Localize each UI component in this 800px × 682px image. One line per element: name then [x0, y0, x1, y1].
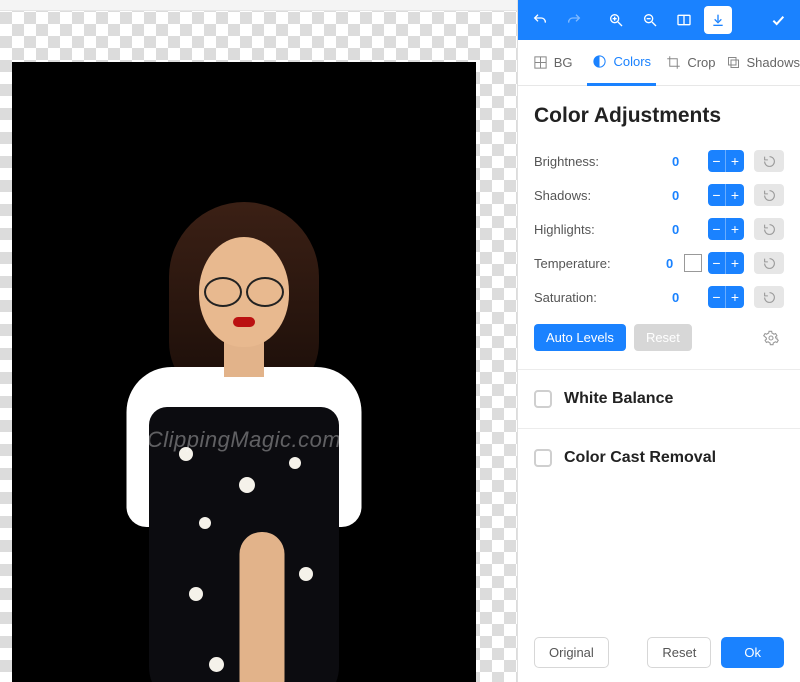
- zoom-out-icon[interactable]: [636, 6, 664, 34]
- reset-small-button[interactable]: Reset: [634, 324, 692, 351]
- panel-body: Color Adjustments Brightness: 0 − + Shad…: [518, 86, 800, 623]
- highlights-reset-button[interactable]: [754, 218, 784, 240]
- brightness-label: Brightness:: [534, 154, 672, 169]
- colors-icon: [592, 54, 607, 69]
- canvas-area[interactable]: ClippingMagic.com: [0, 0, 517, 682]
- bg-icon: [533, 55, 548, 70]
- row-highlights: Highlights: 0 − +: [534, 212, 784, 246]
- shadows-plus-button[interactable]: +: [726, 184, 744, 206]
- panel-title: Color Adjustments: [534, 104, 784, 128]
- row-temperature: Temperature: 0 − +: [534, 246, 784, 280]
- temperature-minus-button[interactable]: −: [708, 252, 726, 274]
- tab-colors[interactable]: Colors: [587, 40, 656, 86]
- fit-screen-icon[interactable]: [670, 6, 698, 34]
- tab-crop-label: Crop: [687, 55, 715, 70]
- reset-icon: [763, 223, 776, 236]
- brightness-value: 0: [672, 154, 708, 169]
- tab-crop[interactable]: Crop: [656, 40, 725, 85]
- confirm-icon[interactable]: [764, 6, 792, 34]
- side-panel: BG Colors Crop Shadows Color Adjustments…: [517, 0, 800, 682]
- reset-icon: [763, 189, 776, 202]
- tab-bg-label: BG: [554, 55, 573, 70]
- image-preview: ClippingMagic.com: [12, 62, 476, 682]
- shadows-icon: [726, 55, 741, 70]
- crop-icon: [666, 55, 681, 70]
- highlights-plus-button[interactable]: +: [726, 218, 744, 240]
- ok-button[interactable]: Ok: [721, 637, 784, 668]
- saturation-reset-button[interactable]: [754, 286, 784, 308]
- tab-bg[interactable]: BG: [518, 40, 587, 85]
- download-icon[interactable]: [704, 6, 732, 34]
- temperature-reset-button[interactable]: [754, 252, 784, 274]
- zoom-in-icon[interactable]: [602, 6, 630, 34]
- brightness-reset-button[interactable]: [754, 150, 784, 172]
- panel-footer: Original Reset Ok: [518, 623, 800, 682]
- settings-gear-button[interactable]: [758, 325, 784, 351]
- brightness-plus-button[interactable]: +: [726, 150, 744, 172]
- color-cast-row[interactable]: Color Cast Removal: [534, 429, 784, 487]
- temperature-value: 0: [666, 256, 684, 271]
- top-toolbar: [518, 0, 800, 40]
- tab-shadows[interactable]: Shadows: [726, 40, 800, 85]
- reset-icon: [763, 291, 776, 304]
- white-balance-checkbox[interactable]: [534, 390, 552, 408]
- saturation-minus-button[interactable]: −: [708, 286, 726, 308]
- reset-icon: [763, 155, 776, 168]
- reset-button[interactable]: Reset: [647, 637, 711, 668]
- shadows-value: 0: [672, 188, 708, 203]
- color-cast-checkbox[interactable]: [534, 449, 552, 467]
- shadows-label: Shadows:: [534, 188, 672, 203]
- temperature-plus-button[interactable]: +: [726, 252, 744, 274]
- saturation-plus-button[interactable]: +: [726, 286, 744, 308]
- original-button[interactable]: Original: [534, 637, 609, 668]
- temperature-label: Temperature:: [534, 256, 666, 271]
- saturation-value: 0: [672, 290, 708, 305]
- redo-icon[interactable]: [560, 6, 588, 34]
- shadows-minus-button[interactable]: −: [708, 184, 726, 206]
- highlights-minus-button[interactable]: −: [708, 218, 726, 240]
- saturation-label: Saturation:: [534, 290, 672, 305]
- watermark-text: ClippingMagic.com: [147, 427, 341, 453]
- row-shadows: Shadows: 0 − +: [534, 178, 784, 212]
- undo-icon[interactable]: [526, 6, 554, 34]
- tab-shadows-label: Shadows: [747, 55, 800, 70]
- row-brightness: Brightness: 0 − +: [534, 144, 784, 178]
- white-balance-label: White Balance: [564, 390, 673, 408]
- auto-levels-button[interactable]: Auto Levels: [534, 324, 626, 351]
- color-cast-label: Color Cast Removal: [564, 449, 716, 467]
- highlights-value: 0: [672, 222, 708, 237]
- gear-icon: [763, 330, 779, 346]
- white-balance-row[interactable]: White Balance: [534, 370, 784, 428]
- reset-icon: [763, 257, 776, 270]
- panel-tabs: BG Colors Crop Shadows: [518, 40, 800, 86]
- temperature-swatch[interactable]: [684, 254, 702, 272]
- highlights-label: Highlights:: [534, 222, 672, 237]
- shadows-reset-button[interactable]: [754, 184, 784, 206]
- brightness-minus-button[interactable]: −: [708, 150, 726, 172]
- row-saturation: Saturation: 0 − +: [534, 280, 784, 314]
- tab-colors-label: Colors: [613, 54, 651, 69]
